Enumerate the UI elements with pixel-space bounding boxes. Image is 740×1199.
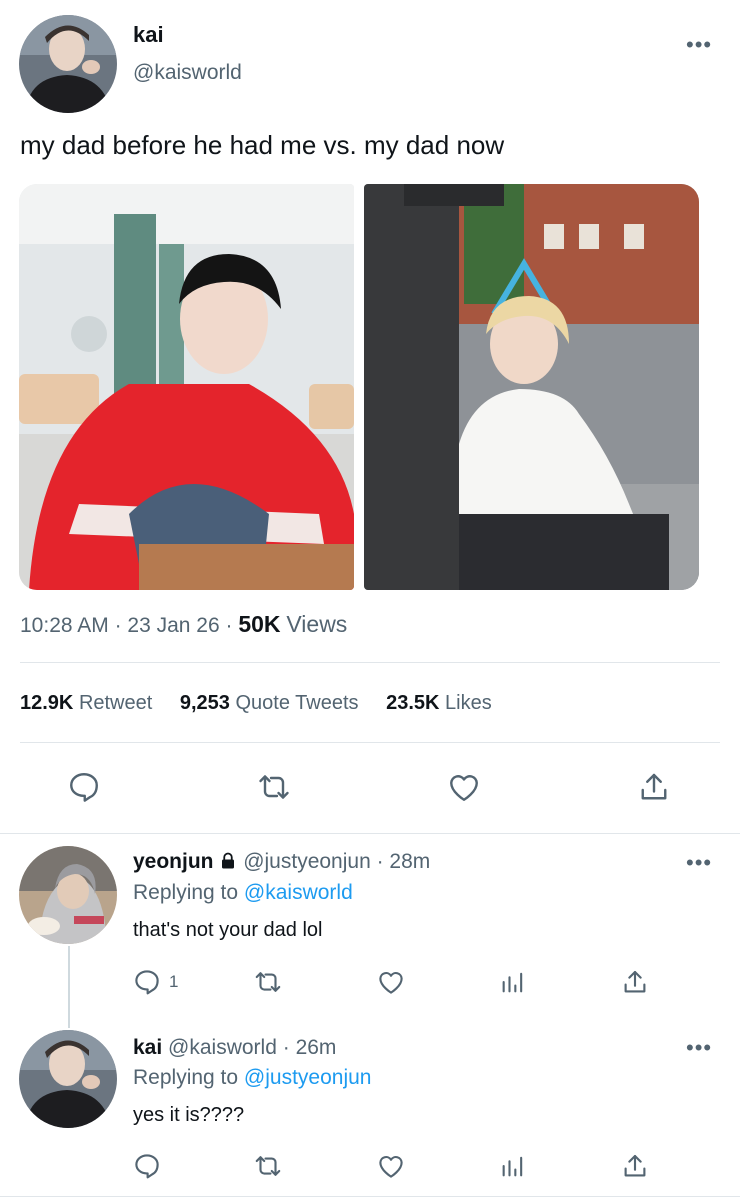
meta-separator: · (219, 614, 239, 637)
views-label: Views (286, 611, 348, 637)
replying-to: Replying to @kaisworld (133, 881, 353, 905)
reply-icon[interactable] (132, 967, 162, 997)
tweet-date[interactable]: 23 Jan 26 (127, 614, 219, 637)
more-icon[interactable]: ••• (686, 852, 712, 874)
reply-author-handle[interactable]: @kaisworld (168, 1036, 277, 1059)
replying-to-prefix: Replying to (133, 1066, 239, 1089)
tweet-time[interactable]: 10:28 AM (20, 614, 109, 637)
share-icon[interactable] (620, 967, 650, 997)
likes-label: Likes (445, 692, 492, 714)
reply-time[interactable]: · 26m (283, 1036, 337, 1059)
reply-author-handle[interactable]: @justyeonjun (243, 850, 371, 873)
tweet-stats: 12.9K Retweet 9,253 Quote Tweets 23.5K L… (20, 692, 492, 715)
quotes-count: 9,253 (179, 692, 230, 714)
views-count: 50K (238, 611, 281, 637)
quotes-stat[interactable]: 9,253 Quote Tweets (180, 692, 359, 714)
divider (20, 742, 720, 743)
share-icon[interactable] (620, 1151, 650, 1181)
reply-author-name[interactable]: yeonjun (133, 850, 214, 873)
analytics-icon[interactable] (499, 1151, 527, 1181)
retweets-label: Retweet (78, 692, 153, 714)
tweet-photo-2[interactable] (364, 184, 699, 590)
divider (0, 1196, 740, 1197)
divider (20, 662, 720, 663)
reply-count: 1 (169, 972, 179, 991)
like-icon[interactable] (376, 1151, 406, 1181)
analytics-icon[interactable] (499, 967, 527, 997)
tweet-meta: 10:28 AM · 23 Jan 26 · 50K Views (20, 611, 347, 638)
replying-to-handle[interactable]: @kaisworld (244, 881, 353, 904)
likes-count: 23.5K (386, 692, 440, 714)
like-icon[interactable] (446, 769, 482, 805)
author-handle[interactable]: @kaisworld (133, 61, 242, 85)
reply-author-name[interactable]: kai (133, 1036, 162, 1059)
author-avatar[interactable] (19, 15, 117, 113)
retweet-icon[interactable] (252, 1151, 284, 1181)
tweet-photo-1[interactable] (19, 184, 354, 590)
retweet-icon[interactable] (252, 967, 284, 997)
reply-avatar[interactable] (19, 846, 117, 944)
author-name[interactable]: kai (133, 22, 164, 48)
tweet-text: my dad before he had me vs. my dad now (20, 130, 505, 160)
retweets-stat[interactable]: 12.9K Retweet (20, 692, 152, 714)
divider (0, 833, 740, 834)
reply-avatar[interactable] (19, 1030, 117, 1128)
retweets-count: 12.9K (20, 692, 74, 714)
lock-icon (222, 852, 235, 869)
more-icon[interactable]: ••• (686, 1037, 712, 1059)
share-icon[interactable] (636, 769, 672, 805)
replying-to: Replying to @justyeonjun (133, 1066, 371, 1090)
reply-header: kai @kaisworld · 26m (133, 1036, 336, 1060)
more-icon[interactable]: ••• (686, 34, 712, 56)
quotes-label: Quote Tweets (235, 692, 359, 714)
replying-to-handle[interactable]: @justyeonjun (244, 1066, 372, 1089)
thread-line (68, 946, 70, 1028)
likes-stat[interactable]: 23.5K Likes (386, 692, 492, 714)
retweet-icon[interactable] (255, 769, 293, 805)
reply-header: yeonjun @justyeonjun · 28m (133, 850, 430, 874)
meta-separator: · (108, 614, 128, 637)
reply-text: that's not your dad lol (133, 919, 323, 941)
replying-to-prefix: Replying to (133, 881, 239, 904)
reply-icon[interactable] (66, 769, 102, 805)
reply-time[interactable]: · 28m (377, 850, 431, 873)
reply-text: yes it is???? (133, 1104, 245, 1126)
reply-icon[interactable] (132, 1151, 162, 1181)
like-icon[interactable] (376, 967, 406, 997)
